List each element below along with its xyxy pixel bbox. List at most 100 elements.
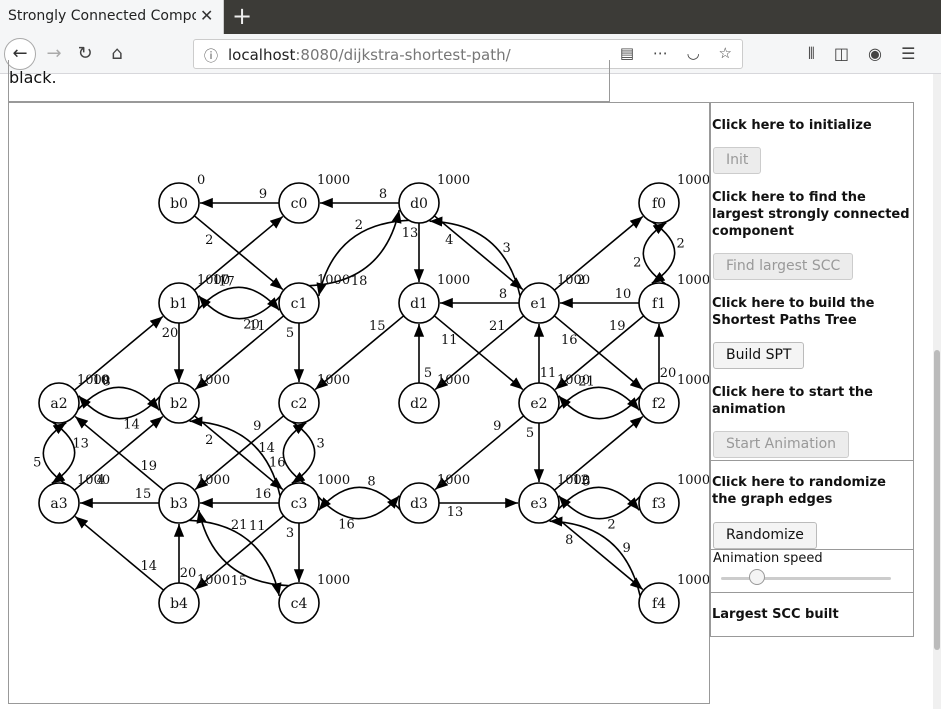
init-label: Click here to initialize xyxy=(712,118,872,133)
graph-canvas[interactable]: 9 8 2 17 17 20 2 18 13 4 3 8 2 10 2 2 10 20 11 5 15 11 21 16 19 1… xyxy=(8,102,710,704)
graph-svg: 9 8217172021813 438210221020 11 5 15112116191… xyxy=(33,173,709,624)
edge-weight: 16 xyxy=(255,487,272,502)
node-distance: 1000 xyxy=(677,273,709,288)
library-icon[interactable]: ⫴ xyxy=(808,44,815,63)
edge-weight: 16 xyxy=(561,333,578,348)
edge-weight: 9 xyxy=(623,541,631,556)
edge-weight: 20 xyxy=(180,566,197,581)
node-label: f4 xyxy=(652,596,666,612)
graph-node-b0[interactable]: b0 0 xyxy=(158,173,205,224)
find-scc-button[interactable]: Find largest SCC xyxy=(713,253,854,280)
pocket-icon[interactable]: ◡ xyxy=(687,44,700,62)
graph-node-f1[interactable]: f1 1000 xyxy=(638,273,709,324)
node-label: d2 xyxy=(410,396,428,412)
edges-layer: 9 8217172021813 438210221020 11 5 15112116191… xyxy=(33,187,685,597)
edge-weight: 8 xyxy=(565,533,573,548)
scrollbar-thumb[interactable] xyxy=(934,350,940,650)
edge-weight: 2 xyxy=(633,255,641,270)
node-distance: 1000 xyxy=(557,473,590,488)
edge-weight: 5 xyxy=(33,455,41,470)
node-distance: 1000 xyxy=(197,573,230,588)
randomize-label: Click here to randomize the graph edges xyxy=(712,475,886,507)
edge-weight: 8 xyxy=(367,474,375,489)
edge-weight: 20 xyxy=(660,366,677,381)
graph-node-a3[interactable]: a3 1000 xyxy=(38,473,110,524)
graph-node-c2[interactable]: c2 1000 xyxy=(278,373,350,424)
node-distance: 1000 xyxy=(317,273,350,288)
edge-weight: 20 xyxy=(162,326,179,341)
speed-label: Animation speed xyxy=(713,551,823,566)
edge-weight: 15 xyxy=(135,487,152,502)
edge-weight: 11 xyxy=(540,366,557,381)
browser-tab[interactable]: Strongly Connected Compo ✕ xyxy=(0,0,224,34)
node-distance: 1000 xyxy=(437,373,470,388)
build-spt-button[interactable]: Build SPT xyxy=(713,342,805,369)
node-label: b2 xyxy=(170,396,188,412)
status-text: Largest SCC built xyxy=(712,607,839,622)
edge-weight: 16 xyxy=(269,455,286,470)
tab-strip: Strongly Connected Compo ✕ + xyxy=(0,0,941,34)
node-distance: 1000 xyxy=(197,473,230,488)
node-label: d0 xyxy=(410,196,428,212)
edge-b4-a3 xyxy=(74,515,165,591)
node-label: f2 xyxy=(652,396,666,412)
edge-weight: 15 xyxy=(369,319,386,334)
new-tab-icon[interactable]: + xyxy=(232,2,252,30)
graph-node-b3[interactable]: b3 1000 xyxy=(158,473,230,524)
randomize-button[interactable]: Randomize xyxy=(713,522,817,549)
init-button[interactable]: Init xyxy=(713,147,762,174)
node-distance: 1000 xyxy=(317,173,350,188)
edge-weight: 5 xyxy=(286,326,294,341)
node-label: f1 xyxy=(652,296,666,312)
start-animation-button[interactable]: Start Animation xyxy=(713,431,850,458)
close-tab-icon[interactable]: ✕ xyxy=(200,6,213,25)
graph-node-c4[interactable]: c4 1000 xyxy=(278,573,350,624)
graph-node-f3[interactable]: f3 1000 xyxy=(638,473,709,524)
graph-node-a2[interactable]: a2 1000 xyxy=(38,373,110,424)
edge-weight: 2 xyxy=(607,518,615,533)
graph-node-c3[interactable]: c3 1000 xyxy=(278,473,350,524)
edge-weight: 18 xyxy=(351,274,368,289)
node-distance: 1000 xyxy=(317,373,350,388)
node-distance: 1000 xyxy=(437,473,470,488)
graph-node-f4[interactable]: f4 1000 xyxy=(638,573,709,624)
page-scrollbar[interactable] xyxy=(933,74,941,709)
graph-node-d0[interactable]: d0 1000 xyxy=(398,173,470,224)
edge-weight: 11 xyxy=(441,333,458,348)
reader-view-icon[interactable]: ▤ xyxy=(620,44,634,62)
menu-icon[interactable]: ☰ xyxy=(901,44,915,63)
speed-slider-track[interactable] xyxy=(721,577,891,580)
edge-weight: 16 xyxy=(338,518,355,533)
graph-node-c1[interactable]: c1 1000 xyxy=(278,273,350,324)
edge-weight: 2 xyxy=(205,233,213,248)
edge-weight: 5 xyxy=(424,366,432,381)
graph-node-e1[interactable]: e1 1000 xyxy=(518,273,590,324)
edge-weight: 8 xyxy=(499,287,507,302)
graph-node-d2[interactable]: d2 1000 xyxy=(398,373,470,424)
node-label: f3 xyxy=(652,496,666,512)
description-panel: black. xyxy=(8,60,610,102)
tab-title[interactable]: Strongly Connected Compo xyxy=(8,8,196,24)
graph-node-f0[interactable]: f0 1000 xyxy=(638,173,709,224)
edge-weight: 2 xyxy=(677,237,685,252)
speed-slider-thumb[interactable] xyxy=(749,569,765,585)
edge-weight: 9 xyxy=(253,419,261,434)
graph-node-b2[interactable]: b2 1000 xyxy=(158,373,230,424)
edge-weight: 14 xyxy=(123,418,140,433)
graph-node-c0[interactable]: c0 1000 xyxy=(278,173,350,224)
account-icon[interactable]: ◉ xyxy=(868,44,882,63)
bookmark-star-icon[interactable]: ☆ xyxy=(719,44,732,62)
node-distance: 1000 xyxy=(677,573,709,588)
edge-weight: 19 xyxy=(609,319,626,334)
sidebar-icon[interactable]: ◫ xyxy=(834,44,849,63)
graph-node-b1[interactable]: b1 1000 xyxy=(158,273,230,324)
graph-node-d1[interactable]: d1 1000 xyxy=(398,273,470,324)
scc-label: Click here to find the largest strongly … xyxy=(712,190,910,239)
edge-weight: 13 xyxy=(402,226,419,241)
node-distance: 1000 xyxy=(557,373,590,388)
node-distance: 1000 xyxy=(77,373,110,388)
graph-node-e3[interactable]: e3 1000 xyxy=(518,473,590,524)
page-actions-icon[interactable]: ⋯ xyxy=(653,44,668,62)
node-label: c0 xyxy=(291,196,308,212)
control-panel: Click here to initialize Init Click here… xyxy=(710,102,914,637)
